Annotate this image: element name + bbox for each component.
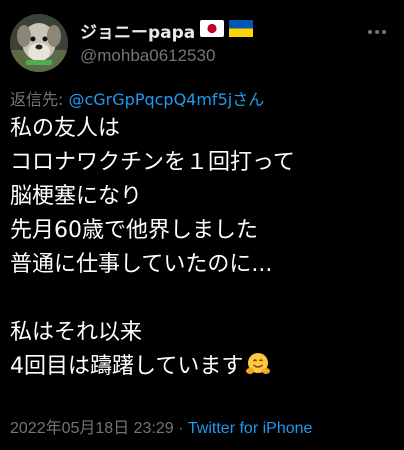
display-name[interactable]: ジョニーpapa	[80, 18, 195, 43]
tweet-line: コロナワクチンを１回打って	[10, 150, 295, 175]
ukraine-flag-icon	[229, 19, 254, 41]
client-link[interactable]: Twitter for iPhone	[188, 420, 313, 437]
reply-to: 返信先: @cGrGpPqcpQ4mf5jさん	[10, 86, 264, 110]
tweet-meta: 2022年05月18日 23:29 · Twitter for iPhone	[10, 414, 312, 438]
tweet-line: 脳梗塞になり	[10, 184, 143, 209]
hugging-face-emoji-icon	[245, 351, 271, 388]
tweet-line: 私の友人は	[10, 116, 121, 141]
author-handle[interactable]: @mohba0612530	[80, 46, 253, 66]
reply-to-prefix: 返信先:	[10, 90, 69, 109]
display-name-row[interactable]: ジョニーpapa	[80, 18, 254, 43]
avatar[interactable]	[10, 14, 68, 72]
tweet: ジョニーpapa @mohba0612530 返信先: @cGrGpPqcpQ4…	[0, 0, 404, 450]
tweet-header: ジョニーpapa @mohba0612530	[10, 14, 394, 74]
tweet-line: 先月60歳で他界しました	[10, 218, 258, 243]
meta-separator: ·	[173, 420, 188, 437]
dog-avatar-image	[10, 14, 68, 72]
more-options-button[interactable]	[364, 22, 390, 42]
tweet-line: 私はそれ以来	[10, 320, 143, 345]
tweet-line-last: 4回目は躊躇しています	[10, 350, 400, 384]
more-dot-icon	[382, 30, 386, 34]
tweet-text: 私の友人は コロナワクチンを１回打って 脳梗塞になり 先月60歳で他界しました …	[10, 112, 400, 384]
japan-flag-icon	[200, 19, 225, 41]
more-dot-icon	[368, 30, 372, 34]
author-names: ジョニーpapa @mohba0612530	[80, 18, 254, 66]
tweet-timestamp[interactable]: 2022年05月18日 23:29	[10, 420, 174, 437]
tweet-line: 4回目は躊躇しています	[10, 354, 244, 379]
reply-to-handle-link[interactable]: @cGrGpPqcpQ4mf5jさん	[68, 90, 264, 109]
more-dot-icon	[375, 30, 379, 34]
tweet-line: 普通に仕事していたのに...	[10, 252, 273, 277]
